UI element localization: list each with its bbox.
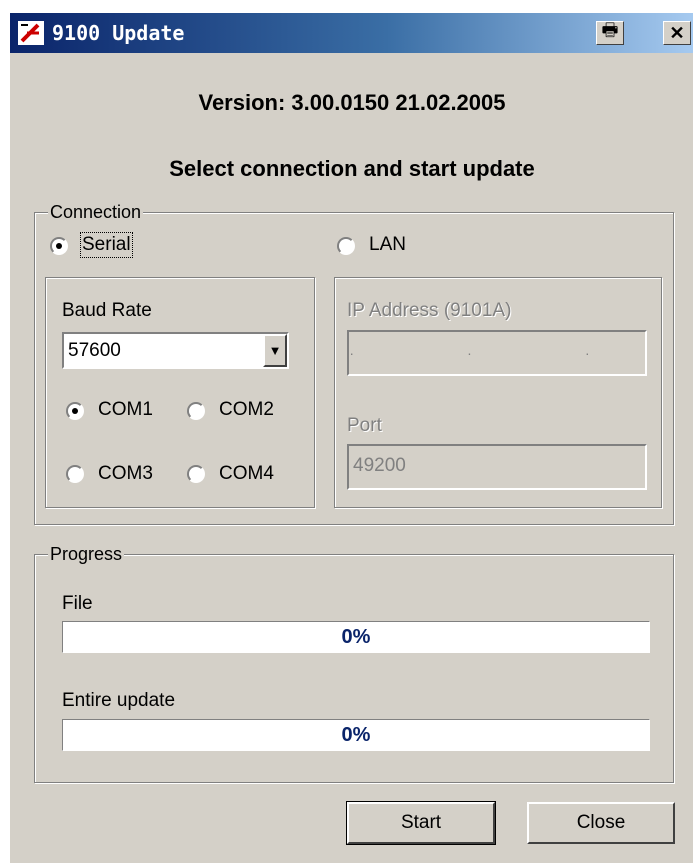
baud-rate-select[interactable]: 57600 ▼	[62, 332, 289, 369]
port-field[interactable]: 49200	[347, 444, 647, 490]
update-window: 9100 Update 🖶 ✕ Version: 3.00.0150 21.02…	[9, 12, 693, 863]
connection-legend: Connection	[48, 202, 144, 223]
title-bar[interactable]: 9100 Update 🖶 ✕	[10, 13, 693, 53]
com2-radio[interactable]	[187, 402, 205, 420]
entire-progress-bar: 0%	[62, 719, 650, 751]
progress-legend: Progress	[48, 544, 125, 565]
instruction-text: Select connection and start update	[169, 156, 535, 181]
serial-radio[interactable]	[50, 237, 68, 255]
com2-label[interactable]: COM2	[219, 399, 274, 421]
file-progress-percent: 0%	[341, 625, 371, 648]
ip-address-value: . . .	[349, 342, 645, 358]
serial-label[interactable]: Serial	[80, 232, 133, 258]
close-window-button[interactable]: ✕	[663, 21, 691, 45]
print-button[interactable]: 🖶	[596, 20, 624, 45]
lan-radio[interactable]	[337, 237, 355, 255]
com1-label[interactable]: COM1	[98, 399, 153, 421]
com3-label[interactable]: COM3	[98, 463, 153, 485]
entire-progress-label: Entire update	[62, 690, 176, 711]
lan-label[interactable]: LAN	[369, 234, 406, 256]
window-title: 9100 Update	[52, 21, 185, 45]
ip-address-field[interactable]: . . .	[347, 330, 647, 376]
baud-rate-value: 57600	[68, 340, 121, 361]
printer-icon: 🖶	[601, 20, 619, 40]
app-logo-icon	[18, 21, 44, 45]
baud-rate-dropdown-button[interactable]: ▼	[263, 334, 287, 367]
ip-address-label: IP Address (9101A)	[347, 300, 512, 321]
close-button[interactable]: Close	[527, 802, 675, 844]
port-value: 49200	[353, 455, 406, 476]
entire-progress-percent: 0%	[341, 723, 371, 746]
com4-radio[interactable]	[187, 465, 205, 483]
baud-rate-label: Baud Rate	[62, 300, 152, 321]
close-icon: ✕	[669, 22, 685, 43]
version-text: Version: 3.00.0150 21.02.2005	[198, 90, 506, 115]
com3-radio[interactable]	[66, 465, 84, 483]
chevron-down-icon: ▼	[268, 343, 282, 358]
file-progress-label: File	[62, 593, 93, 614]
com4-label[interactable]: COM4	[219, 463, 274, 485]
file-progress-bar: 0%	[62, 621, 650, 653]
com1-radio[interactable]	[66, 402, 84, 420]
port-label: Port	[347, 415, 382, 436]
start-button[interactable]: Start	[346, 801, 496, 845]
